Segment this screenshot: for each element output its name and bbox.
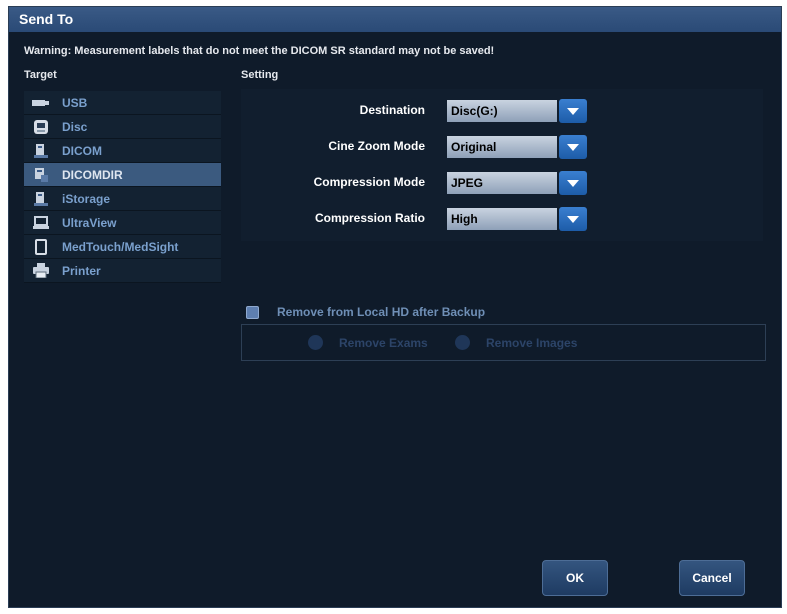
target-item-label: Printer [62, 263, 101, 278]
compression-ratio-label: Compression Ratio [314, 211, 425, 225]
remove-exams-radio[interactable]: Remove Exams [308, 335, 428, 350]
cine-zoom-value: Original [447, 136, 557, 158]
radio-dot[interactable] [308, 335, 323, 350]
destination-value: Disc(G:) [447, 100, 557, 122]
cancel-button[interactable]: Cancel [679, 560, 745, 596]
remove-local-hd-option[interactable]: Remove from Local HD after Backup [246, 305, 485, 319]
remove-options-group: Remove Exams Remove Images [241, 324, 766, 361]
compression-ratio-row: Compression Ratio High [241, 207, 763, 231]
target-item-medtouch[interactable]: MedTouch/MedSight [24, 235, 221, 259]
chevron-down-icon[interactable] [559, 99, 587, 123]
remove-images-label: Remove Images [486, 335, 578, 350]
compression-mode-label: Compression Mode [313, 175, 425, 189]
compression-ratio-value: High [447, 208, 557, 230]
target-item-label: MedTouch/MedSight [62, 239, 179, 254]
target-item-label: UltraView [62, 215, 117, 230]
target-item-label: Disc [62, 119, 88, 134]
disc-icon [30, 119, 52, 135]
printer-icon [30, 263, 52, 278]
dicomdir-icon [30, 167, 52, 183]
target-item-label: DICOMDIR [62, 167, 123, 182]
cine-zoom-label: Cine Zoom Mode [328, 139, 425, 153]
ok-button[interactable]: OK [542, 560, 608, 596]
target-item-usb[interactable]: USB [24, 91, 221, 115]
tablet-icon [30, 238, 52, 255]
chevron-down-icon[interactable] [559, 171, 587, 195]
dialog-title: Send To [9, 7, 781, 32]
remove-local-hd-checkbox[interactable] [246, 305, 259, 319]
setting-label: Setting [241, 69, 279, 81]
target-item-printer[interactable]: Printer [24, 259, 221, 283]
target-item-istorage[interactable]: iStorage [24, 187, 221, 211]
cine-zoom-row: Cine Zoom Mode Original [241, 135, 763, 159]
remove-images-radio[interactable]: Remove Images [455, 335, 577, 350]
target-item-disc[interactable]: Disc [24, 115, 221, 139]
target-label: Target [24, 69, 57, 81]
destination-row: Destination Disc(G:) [241, 99, 763, 123]
target-item-ultraview[interactable]: UltraView [24, 211, 221, 235]
radio-dot[interactable] [455, 335, 470, 350]
compression-mode-select[interactable]: JPEG [447, 171, 587, 195]
dicom-icon [30, 143, 52, 159]
istorage-icon [30, 191, 52, 207]
warning-message: Warning: Measurement labels that do not … [24, 45, 495, 57]
laptop-icon [30, 215, 52, 230]
chevron-down-icon[interactable] [559, 207, 587, 231]
target-list: USB Disc DICOM DICOMDIR iStorage UltraVi… [24, 91, 221, 283]
target-item-label: DICOM [62, 143, 102, 158]
remove-local-hd-label: Remove from Local HD after Backup [277, 305, 486, 319]
compression-mode-row: Compression Mode JPEG [241, 171, 763, 195]
setting-panel: Destination Disc(G:) Cine Zoom Mode Orig… [241, 89, 763, 241]
remove-exams-label: Remove Exams [339, 335, 428, 350]
target-item-dicomdir[interactable]: DICOMDIR [24, 163, 221, 187]
target-item-label: USB [62, 95, 88, 110]
compression-ratio-select[interactable]: High [447, 207, 587, 231]
destination-label: Destination [359, 103, 425, 117]
usb-icon [30, 98, 52, 108]
target-item-label: iStorage [62, 191, 111, 206]
compression-mode-value: JPEG [447, 172, 557, 194]
cine-zoom-select[interactable]: Original [447, 135, 587, 159]
destination-select[interactable]: Disc(G:) [447, 99, 587, 123]
chevron-down-icon[interactable] [559, 135, 587, 159]
target-item-dicom[interactable]: DICOM [24, 139, 221, 163]
send-to-dialog: Send To Warning: Measurement labels that… [8, 6, 782, 608]
